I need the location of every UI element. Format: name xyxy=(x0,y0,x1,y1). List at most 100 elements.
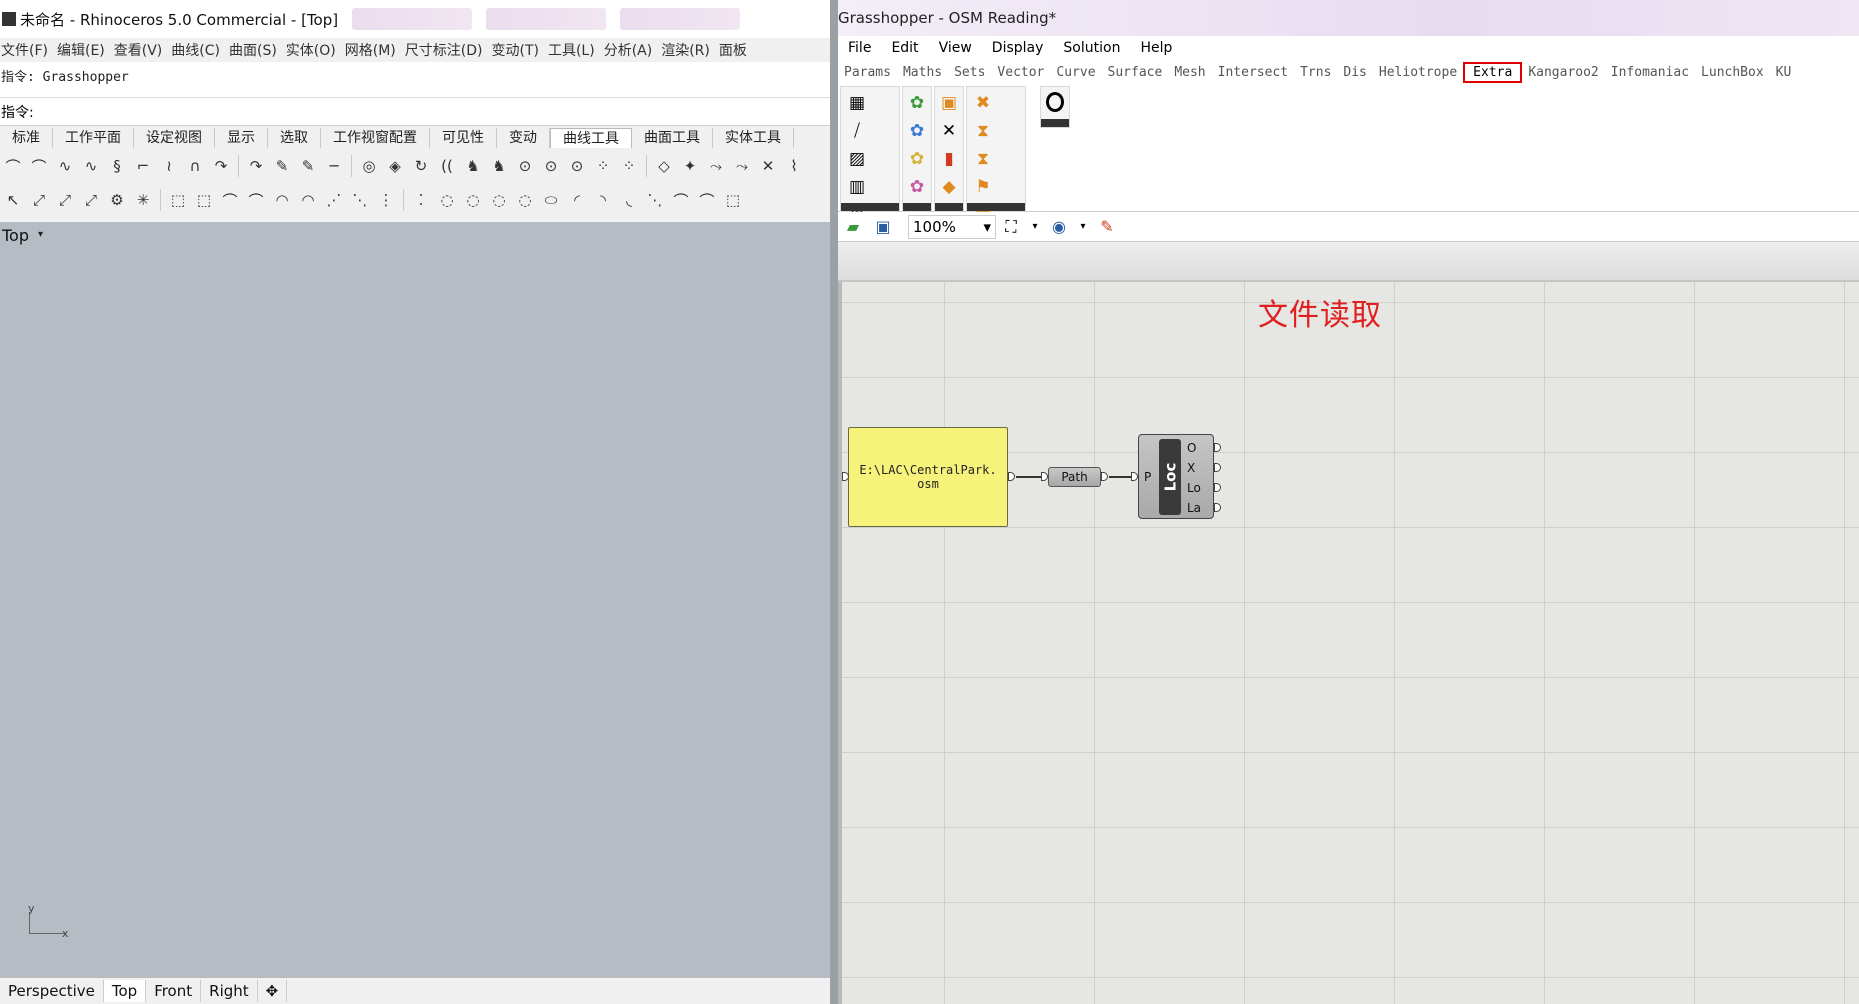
save-file-icon[interactable]: ▣ xyxy=(872,216,894,238)
dashed-rect-icon[interactable]: ⬚ xyxy=(193,189,215,211)
tab-curve-tools[interactable]: 曲线工具 xyxy=(550,128,632,148)
loc-output-lo[interactable]: Lo xyxy=(1187,481,1201,495)
menu-render[interactable]: 渲染(R) xyxy=(660,40,718,60)
menu-tools[interactable]: 工具(L) xyxy=(547,40,603,60)
point-marker-icon[interactable]: ⋮ xyxy=(375,189,397,211)
sketch-pen-icon[interactable]: ✎ xyxy=(1096,216,1118,238)
dashed-arc-icon[interactable]: ◟ xyxy=(618,189,640,211)
dashed-ellipse-icon[interactable]: ⬭ xyxy=(540,189,562,211)
flower-yellow-icon[interactable]: ✿ xyxy=(906,146,928,172)
viewport-tab-front[interactable]: Front xyxy=(146,980,202,1002)
tab-transform[interactable]: 变动 xyxy=(497,128,550,148)
rebuild-curve-icon[interactable]: ✎ xyxy=(271,155,293,177)
gh-tab-sets[interactable]: Sets xyxy=(948,65,991,80)
gh-tab-maths[interactable]: Maths xyxy=(897,65,948,80)
gh-menu-display[interactable]: Display xyxy=(982,40,1054,56)
blend-curve-icon[interactable]: ∿ xyxy=(54,155,76,177)
gh-tab-curve[interactable]: Curve xyxy=(1050,65,1101,80)
remove-knot-icon[interactable]: ✕ xyxy=(757,155,779,177)
orange-cube-icon[interactable]: ◆ xyxy=(938,174,960,200)
diagonal-tool-icon[interactable]: ⧸ xyxy=(844,118,870,144)
adjustable-blend-icon[interactable]: ∿ xyxy=(80,155,102,177)
chevron-down-icon[interactable]: ▾ xyxy=(1078,216,1088,238)
gh-tab-surface[interactable]: Surface xyxy=(1102,65,1169,80)
dashed-curve-icon[interactable]: ⌒ xyxy=(219,189,241,211)
dashed-line-icon[interactable]: ⋰ xyxy=(323,189,345,211)
rotate-icon[interactable]: ⤢ xyxy=(80,189,102,211)
orange-spool-icon[interactable]: ⧗ xyxy=(970,146,996,172)
loc-input-grip[interactable] xyxy=(1131,472,1138,481)
tab-select[interactable]: 选取 xyxy=(268,128,321,148)
dashed-arc-icon[interactable]: ◝ xyxy=(592,189,614,211)
menu-curve[interactable]: 曲线(C) xyxy=(170,40,228,60)
gh-tab-lunchbox[interactable]: LunchBox xyxy=(1695,65,1770,80)
viewport-tab-right[interactable]: Right xyxy=(201,980,258,1002)
tab-standard[interactable]: 标准 xyxy=(0,128,53,148)
fair-curve-icon[interactable]: ♞ xyxy=(488,155,510,177)
dashed-line-icon[interactable]: ⋱ xyxy=(349,189,371,211)
add-knot-icon[interactable]: ⤳ xyxy=(731,155,753,177)
gh-tab-heliotrope[interactable]: Heliotrope xyxy=(1373,65,1463,80)
menu-mesh[interactable]: 网格(M) xyxy=(344,40,404,60)
loc-output-grip-x[interactable] xyxy=(1214,463,1221,472)
window-splitter[interactable] xyxy=(830,0,838,1004)
curve-project-icon[interactable]: (( xyxy=(436,155,458,177)
fence-icon[interactable]: ▥ xyxy=(844,174,870,200)
dashed-arc-icon[interactable]: ◜ xyxy=(566,189,588,211)
move-icon[interactable]: ⤢ xyxy=(54,189,76,211)
dashed-circle-icon[interactable]: ◌ xyxy=(514,189,536,211)
arc-blend-icon[interactable]: ∩ xyxy=(184,155,206,177)
hatch-icon[interactable]: ▨ xyxy=(844,146,870,172)
dashed-rect-icon[interactable]: ⬚ xyxy=(167,189,189,211)
dashed-arc-icon[interactable]: ◠ xyxy=(297,189,319,211)
dashed-rect-icon[interactable]: ⬚ xyxy=(722,189,744,211)
gh-tab-vector[interactable]: Vector xyxy=(991,65,1050,80)
relay-input-grip[interactable] xyxy=(1041,472,1048,481)
tab-solid-tools[interactable]: 实体工具 xyxy=(713,128,794,148)
menu-view[interactable]: 查看(V) xyxy=(113,40,171,60)
dec-label-icon[interactable]: ⊙ xyxy=(540,155,562,177)
mesh-grid-icon[interactable]: ▦ xyxy=(844,90,870,116)
dashed-circle-icon[interactable]: ◌ xyxy=(462,189,484,211)
dashed-curve-icon[interactable]: ⌒ xyxy=(245,189,267,211)
add-viewport-icon[interactable]: ✥ xyxy=(258,980,288,1002)
offset-curve-icon[interactable]: ↷ xyxy=(210,155,232,177)
gh-tab-infomaniac[interactable]: Infomaniac xyxy=(1605,65,1695,80)
control-points-icon[interactable]: ⁘ xyxy=(592,155,614,177)
gear-icon[interactable]: ⚙ xyxy=(106,189,128,211)
orange-spool-icon[interactable]: ⧗ xyxy=(970,118,996,144)
file-path-panel[interactable]: E:\LAC\CentralPark.osm xyxy=(848,427,1008,527)
relay-output-grip[interactable] xyxy=(1101,472,1108,481)
loc-component[interactable]: P Loc O X Lo La xyxy=(1138,434,1214,519)
menu-solid[interactable]: 实体(O) xyxy=(285,40,344,60)
gh-menu-help[interactable]: Help xyxy=(1130,40,1182,56)
dashed-curve-icon[interactable]: ⌒ xyxy=(696,189,718,211)
viewport-menu-arrow-icon[interactable]: ▾ xyxy=(38,229,43,240)
dashed-line-icon[interactable]: ⋱ xyxy=(644,189,666,211)
light-icon[interactable]: ✳ xyxy=(132,189,154,211)
dashed-arc-icon[interactable]: ◠ xyxy=(271,189,293,211)
zoom-extents-icon[interactable]: ⛶ xyxy=(1000,216,1022,238)
loc-output-la[interactable]: La xyxy=(1187,501,1201,515)
fillet-curve-icon[interactable]: ⌒ xyxy=(2,155,24,177)
flower-blue-icon[interactable]: ✿ xyxy=(906,118,928,144)
dashed-circle-icon[interactable]: ◌ xyxy=(488,189,510,211)
orange-tile-icon[interactable]: ▣ xyxy=(938,90,960,116)
select-arrow-icon[interactable]: ↖ xyxy=(2,189,24,211)
tab-viewport-layout[interactable]: 工作视窗配置 xyxy=(321,128,430,148)
preview-eye-icon[interactable]: ◉ xyxy=(1048,216,1070,238)
gh-canvas[interactable]: 文件读取 E:\LAC\CentralPark.osm Path P Loc O… xyxy=(838,282,1859,1004)
loc-component-core[interactable]: Loc xyxy=(1159,439,1181,515)
viewport-tab-top[interactable]: Top xyxy=(103,980,147,1002)
gumball-icon[interactable]: ⤢ xyxy=(28,189,50,211)
tab-surface-tools[interactable]: 曲面工具 xyxy=(632,128,713,148)
kink-icon[interactable]: ⌇ xyxy=(783,155,805,177)
tab-visibility[interactable]: 可见性 xyxy=(430,128,497,148)
gh-menu-file[interactable]: File xyxy=(838,40,881,56)
loc-output-o[interactable]: O xyxy=(1187,441,1196,455)
gh-tab-extra[interactable]: Extra xyxy=(1463,61,1523,83)
refit-curve-icon[interactable]: ✎ xyxy=(297,155,319,177)
point-icon[interactable]: ✦ xyxy=(679,155,701,177)
zoom-select[interactable]: 100% ▾ xyxy=(908,214,996,239)
tab-cplanes[interactable]: 工作平面 xyxy=(53,128,134,148)
